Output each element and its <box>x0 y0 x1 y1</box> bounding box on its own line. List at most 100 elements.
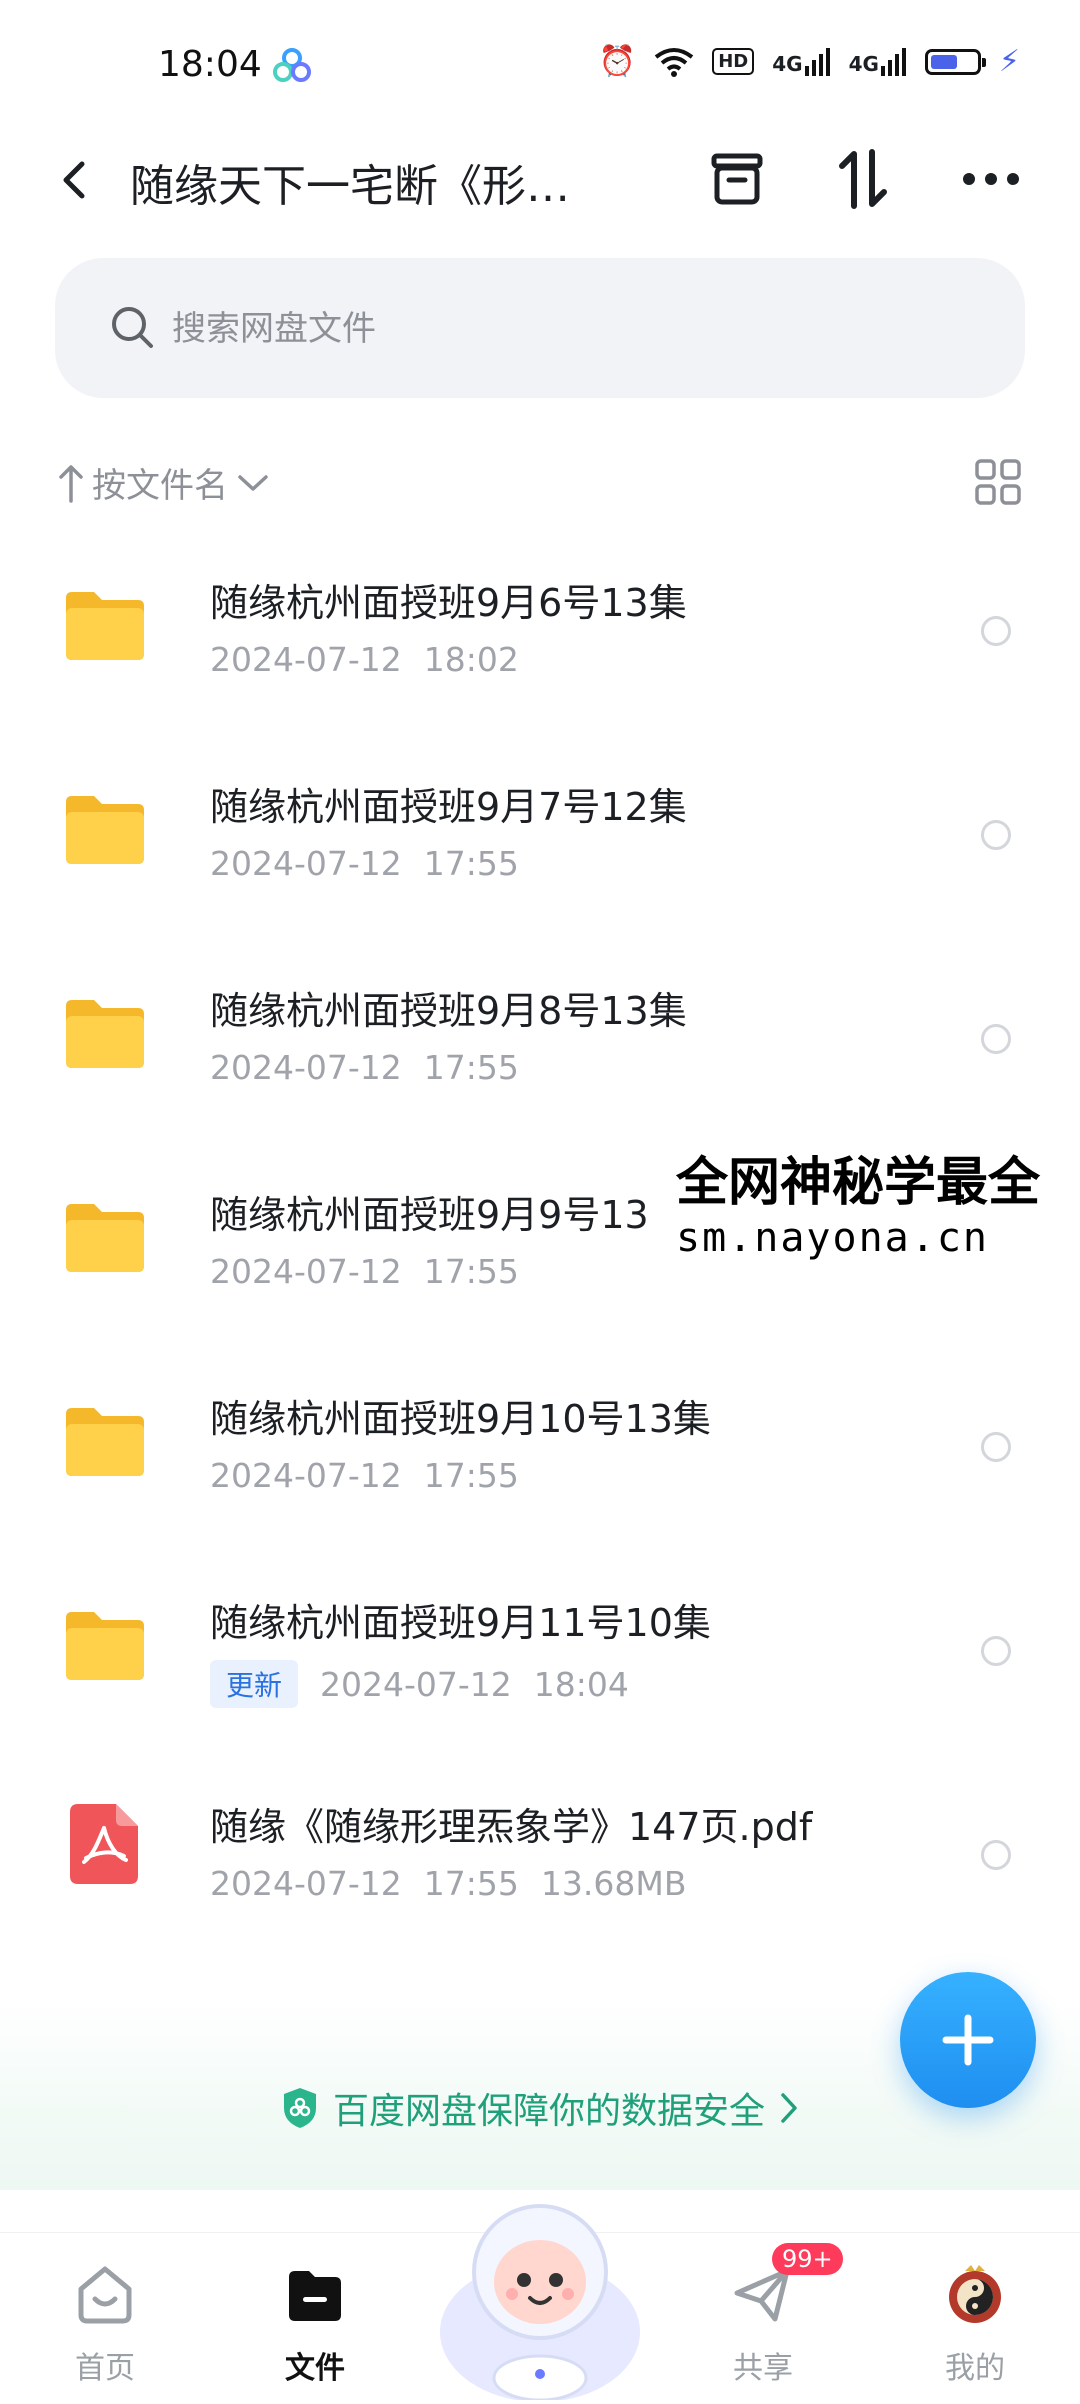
file-date: 2024-07-12 <box>210 844 402 883</box>
nav-home-label: 首页 <box>75 2351 135 2386</box>
file-date: 2024-07-12 <box>210 1864 402 1903</box>
file-name: 随缘杭州面授班9月7号12集 <box>210 785 687 829</box>
file-time: 17:55 <box>423 1456 519 1495</box>
nav-files[interactable]: 文件 <box>240 2233 390 2401</box>
sort-selector[interactable]: 按文件名 <box>58 458 270 507</box>
alarm-icon: ⏰ <box>598 43 637 79</box>
folder-icon <box>62 792 148 866</box>
shield-icon <box>283 2088 316 2128</box>
file-date: 2024-07-12 <box>210 640 402 679</box>
file-name: 随缘杭州面授班9月10号13集 <box>210 1397 711 1441</box>
recycle-icon <box>711 153 763 205</box>
battery-level <box>930 54 957 69</box>
file-name: 随缘杭州面授班9月8号13集 <box>210 989 687 1033</box>
chevron-down-icon <box>238 474 268 491</box>
home-icon <box>78 2266 132 2324</box>
more-icon <box>963 173 1019 185</box>
safety-banner[interactable]: 百度网盘保障你的数据安全 <box>0 2082 1080 2134</box>
file-row[interactable]: 随缘杭州面授班9月8号13集 2024-07-12 17:55 <box>0 948 1080 1152</box>
nav-profile[interactable]: 我的 <box>900 2233 1050 2401</box>
folder-icon <box>62 996 148 1070</box>
search-input[interactable] <box>170 296 954 362</box>
network-type-label: 4G <box>848 51 879 76</box>
nav-share[interactable]: 99+ 共享 <box>688 2233 843 2401</box>
more-button[interactable] <box>958 146 1024 212</box>
sort-direction-icon <box>59 464 83 503</box>
charging-icon: ⚡ <box>998 44 1020 79</box>
file-row[interactable]: 随缘杭州面授班9月6号13集 2024-07-12 18:02 <box>0 540 1080 744</box>
sort-label: 按文件名 <box>92 466 228 506</box>
watermark: 全网神秘学最全 sm.nayona.cn <box>672 1136 1080 1269</box>
file-time: 18:02 <box>423 640 519 679</box>
file-row[interactable]: 随缘《随缘形理炁象学》147页.pdf 2024-07-12 17:55 13.… <box>0 1764 1080 1968</box>
file-date: 2024-07-12 <box>210 1048 402 1087</box>
file-time: 17:55 <box>423 844 519 883</box>
folder-icon <box>62 1608 148 1682</box>
file-time: 17:55 <box>423 1048 519 1087</box>
file-row[interactable]: 随缘杭州面授班9月7号12集 2024-07-12 17:55 <box>0 744 1080 948</box>
status-icons: ⏰ HD 4G 4G ⚡ <box>599 44 1020 79</box>
file-row[interactable]: 随缘杭州面授班9月11号10集 更新 2024-07-12 18:04 <box>0 1560 1080 1764</box>
select-checkbox[interactable] <box>981 616 1011 646</box>
grid-view-icon <box>975 459 1021 505</box>
file-date: 2024-07-12 <box>210 1456 402 1495</box>
watermark-url: sm.nayona.cn <box>676 1215 989 1261</box>
file-row[interactable]: 随缘杭州面授班9月10号13集 2024-07-12 17:55 <box>0 1356 1080 1560</box>
avatar <box>949 2265 1001 2323</box>
folder-icon <box>62 1404 148 1478</box>
nav-files-label: 文件 <box>285 2351 345 2386</box>
back-icon <box>63 161 85 199</box>
hd-icon: HD <box>712 48 755 75</box>
sort-button[interactable] <box>830 146 896 212</box>
file-date: 2024-07-12 <box>210 1252 402 1291</box>
folder-icon <box>62 588 148 662</box>
file-time: 18:04 <box>533 1664 629 1704</box>
add-button[interactable] <box>900 1972 1036 2108</box>
file-meta: 更新 2024-07-12 18:04 <box>210 1660 629 1708</box>
watermark-title: 全网神秘学最全 <box>676 1153 1041 1213</box>
search-icon <box>110 305 154 349</box>
file-name: 随缘杭州面授班9月6号13集 <box>210 581 687 625</box>
select-checkbox[interactable] <box>981 1636 1011 1666</box>
pdf-icon <box>70 1804 138 1884</box>
file-time: 17:55 <box>423 1252 519 1291</box>
signal-icon: 4G <box>848 47 907 76</box>
plus-icon <box>942 2014 994 2066</box>
file-meta: 2024-07-12 17:55 <box>210 1048 519 1087</box>
chevron-right-icon <box>781 2093 797 2123</box>
folder-icon <box>62 1200 148 1274</box>
sort-icon <box>839 149 887 209</box>
nav-profile-label: 我的 <box>945 2351 1005 2386</box>
mascot-button[interactable] <box>430 2182 650 2402</box>
update-tag: 更新 <box>210 1660 299 1708</box>
select-checkbox[interactable] <box>981 1840 1011 1870</box>
safety-banner-text: 百度网盘保障你的数据安全 <box>332 2091 765 2132</box>
folder-icon <box>289 2271 341 2321</box>
file-size: 13.68MB <box>540 1864 687 1903</box>
file-meta: 2024-07-12 17:55 <box>210 844 519 883</box>
nav-home[interactable]: 首页 <box>30 2233 180 2401</box>
file-date: 2024-07-12 <box>320 1664 512 1704</box>
file-meta: 2024-07-12 17:55 13.68MB <box>210 1864 686 1903</box>
select-checkbox[interactable] <box>981 1024 1011 1054</box>
wifi-icon <box>654 47 694 77</box>
baidu-cloud-icon <box>272 48 312 84</box>
file-name: 随缘杭州面授班9月11号10集 <box>210 1601 711 1645</box>
signal-icon: 4G <box>772 47 830 76</box>
recycle-bin-button[interactable] <box>704 146 770 212</box>
battery-icon <box>924 48 986 75</box>
file-meta: 2024-07-12 18:02 <box>210 640 519 679</box>
nav-share-label: 共享 <box>733 2351 793 2386</box>
status-time: 18:04 <box>158 44 262 85</box>
file-time: 17:55 <box>423 1864 519 1903</box>
astronaut-mascot-icon <box>440 2204 640 2402</box>
select-checkbox[interactable] <box>981 1432 1011 1462</box>
file-meta: 2024-07-12 17:55 <box>210 1252 519 1291</box>
network-type-label: 4G <box>772 51 803 76</box>
select-checkbox[interactable] <box>981 820 1011 850</box>
back-button[interactable] <box>50 150 96 210</box>
notification-badge: 99+ <box>772 2243 843 2275</box>
grid-view-button[interactable] <box>974 458 1022 506</box>
file-name: 随缘《随缘形理炁象学》147页.pdf <box>210 1805 813 1849</box>
file-name: 随缘杭州面授班9月9号13 <box>210 1193 649 1237</box>
